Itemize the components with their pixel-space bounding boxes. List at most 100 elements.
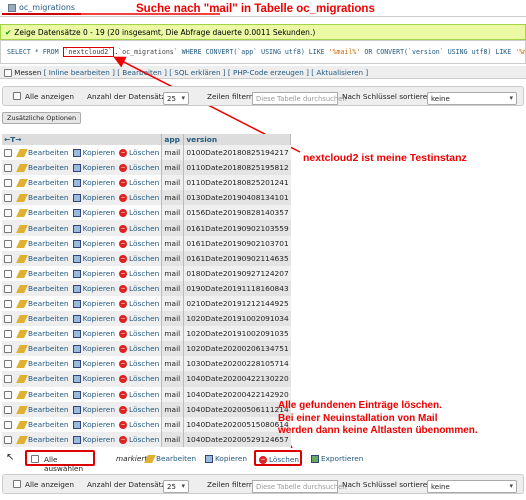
cell-version[interactable]: 0130Date20190408134101 bbox=[183, 190, 291, 206]
row-copy-button[interactable]: Kopieren bbox=[70, 356, 118, 372]
cell-app[interactable]: mail bbox=[161, 280, 184, 296]
cell-app[interactable]: mail bbox=[161, 265, 184, 281]
row-checkbox-cell[interactable] bbox=[2, 295, 16, 312]
row-checkbox[interactable] bbox=[4, 164, 12, 173]
cell-app[interactable]: mail bbox=[161, 175, 184, 191]
row-checkbox-cell[interactable] bbox=[2, 371, 16, 387]
row-checkbox-cell[interactable] bbox=[2, 265, 16, 281]
row-copy-button[interactable]: Kopieren bbox=[70, 190, 118, 206]
cell-version[interactable]: 0110Date20180825201241 bbox=[183, 175, 291, 191]
row-copy-button[interactable]: Kopieren bbox=[70, 311, 118, 327]
row-copy-button[interactable]: Kopieren bbox=[70, 205, 118, 221]
cell-version[interactable]: 1020Date20200206134751 bbox=[183, 341, 291, 357]
row-checkbox-cell[interactable] bbox=[2, 235, 16, 251]
row-delete-button[interactable]: − Löschen bbox=[117, 190, 162, 206]
row-checkbox[interactable] bbox=[4, 224, 12, 233]
row-checkbox-cell[interactable] bbox=[2, 220, 16, 236]
row-copy-button[interactable]: Kopieren bbox=[70, 220, 118, 236]
cell-version[interactable]: 1040Date20200515080614 bbox=[183, 416, 291, 432]
column-nav-arrows[interactable]: ←T→ bbox=[4, 135, 21, 144]
row-edit-button[interactable]: Bearbeiten bbox=[16, 280, 71, 296]
cell-version[interactable]: 0110Date20180825195812 bbox=[183, 160, 291, 176]
row-checkbox[interactable] bbox=[4, 360, 12, 369]
row-copy-button[interactable]: Kopieren bbox=[70, 326, 118, 342]
row-delete-button[interactable]: − Löschen bbox=[117, 175, 162, 191]
cell-version[interactable]: 0100Date20180825194217 bbox=[183, 145, 291, 161]
cell-app[interactable]: mail bbox=[161, 371, 184, 387]
row-checkbox[interactable] bbox=[4, 284, 12, 293]
row-edit-button[interactable]: Bearbeiten bbox=[16, 295, 71, 312]
cell-version[interactable]: 0190Date20191118160843 bbox=[183, 280, 291, 296]
row-checkbox-cell[interactable] bbox=[2, 280, 16, 296]
cell-app[interactable]: mail bbox=[161, 235, 184, 251]
row-delete-button[interactable]: − Löschen bbox=[117, 341, 162, 357]
row-edit-button[interactable]: Bearbeiten bbox=[16, 235, 71, 251]
row-edit-button[interactable]: Bearbeiten bbox=[16, 311, 71, 327]
cell-version[interactable]: 0210Date20191212144925 bbox=[183, 295, 291, 312]
row-copy-button[interactable]: Kopieren bbox=[70, 295, 118, 312]
row-checkbox-cell[interactable] bbox=[2, 326, 16, 342]
cell-app[interactable]: mail bbox=[161, 190, 184, 206]
select-all-box[interactable]: Alle auswählen bbox=[25, 450, 95, 473]
bulk-delete-button[interactable]: − Löschen bbox=[259, 455, 299, 464]
cell-app[interactable]: mail bbox=[161, 416, 184, 432]
row-edit-button[interactable]: Bearbeiten bbox=[16, 220, 71, 236]
row-copy-button[interactable]: Kopieren bbox=[70, 160, 118, 176]
row-copy-button[interactable]: Kopieren bbox=[70, 145, 118, 161]
row-delete-button[interactable]: − Löschen bbox=[117, 326, 162, 342]
bulk-delete-box[interactable]: − Löschen bbox=[254, 450, 302, 466]
row-edit-button[interactable]: Bearbeiten bbox=[16, 341, 71, 357]
row-checkbox-cell[interactable] bbox=[2, 250, 16, 266]
row-checkbox-cell[interactable] bbox=[2, 386, 16, 402]
row-copy-button[interactable]: Kopieren bbox=[70, 235, 118, 251]
row-copy-button[interactable]: Kopieren bbox=[70, 250, 118, 266]
row-edit-button[interactable]: Bearbeiten bbox=[16, 265, 71, 281]
cell-version[interactable]: 1020Date20191002091035 bbox=[183, 326, 291, 342]
cell-version[interactable]: 1040Date20200422130220 bbox=[183, 371, 291, 387]
row-edit-button[interactable]: Bearbeiten bbox=[16, 250, 71, 266]
cell-version[interactable]: 1040Date20200506111214 bbox=[183, 401, 291, 417]
column-header-app[interactable]: app bbox=[161, 134, 185, 145]
cell-version[interactable]: 0180Date20190927124207 bbox=[183, 265, 291, 281]
row-copy-button[interactable]: Kopieren bbox=[70, 175, 118, 191]
cell-app[interactable]: mail bbox=[161, 311, 184, 327]
row-checkbox-cell[interactable] bbox=[2, 160, 16, 176]
row-copy-button[interactable]: Kopieren bbox=[70, 416, 118, 432]
row-copy-button[interactable]: Kopieren bbox=[70, 401, 118, 417]
row-copy-button[interactable]: Kopieren bbox=[70, 431, 118, 447]
row-copy-button[interactable]: Kopieren bbox=[70, 280, 118, 296]
row-edit-button[interactable]: Bearbeiten bbox=[16, 386, 71, 402]
row-checkbox-cell[interactable] bbox=[2, 356, 16, 372]
cell-version[interactable]: 0161Date20190902103559 bbox=[183, 220, 291, 236]
cell-app[interactable]: mail bbox=[161, 160, 184, 176]
cell-app[interactable]: mail bbox=[161, 356, 184, 372]
row-delete-button[interactable]: − Löschen bbox=[117, 295, 162, 312]
cell-app[interactable]: mail bbox=[161, 341, 184, 357]
row-delete-button[interactable]: − Löschen bbox=[117, 160, 162, 176]
row-copy-button[interactable]: Kopieren bbox=[70, 371, 118, 387]
row-checkbox[interactable] bbox=[4, 390, 12, 399]
extra-options-button[interactable]: Zusätzliche Optionen bbox=[2, 112, 82, 124]
row-checkbox-cell[interactable] bbox=[2, 145, 16, 161]
sort-select-bottom[interactable]: keine bbox=[427, 480, 517, 493]
cell-app[interactable]: mail bbox=[161, 145, 184, 161]
row-copy-button[interactable]: Kopieren bbox=[70, 386, 118, 402]
filter-input[interactable]: Diese Tabelle durchsuchen bbox=[252, 92, 347, 105]
row-checkbox-cell[interactable] bbox=[2, 190, 16, 206]
column-header-version[interactable]: version bbox=[183, 134, 292, 145]
row-delete-button[interactable]: − Löschen bbox=[117, 311, 162, 327]
row-copy-button[interactable]: Kopieren bbox=[70, 265, 118, 281]
row-checkbox[interactable] bbox=[4, 435, 12, 444]
row-edit-button[interactable]: Bearbeiten bbox=[16, 190, 71, 206]
cell-app[interactable]: mail bbox=[161, 250, 184, 266]
cell-version[interactable]: 0161Date20190902114635 bbox=[183, 250, 291, 266]
row-checkbox[interactable] bbox=[4, 179, 12, 188]
show-all-checkbox-bottom[interactable] bbox=[13, 480, 21, 488]
row-checkbox[interactable] bbox=[4, 420, 12, 429]
row-delete-button[interactable]: − Löschen bbox=[117, 280, 162, 296]
row-delete-button[interactable]: − Löschen bbox=[117, 416, 162, 432]
row-edit-button[interactable]: Bearbeiten bbox=[16, 431, 71, 447]
cell-app[interactable]: mail bbox=[161, 431, 184, 447]
row-delete-button[interactable]: − Löschen bbox=[117, 265, 162, 281]
row-delete-button[interactable]: − Löschen bbox=[117, 250, 162, 266]
